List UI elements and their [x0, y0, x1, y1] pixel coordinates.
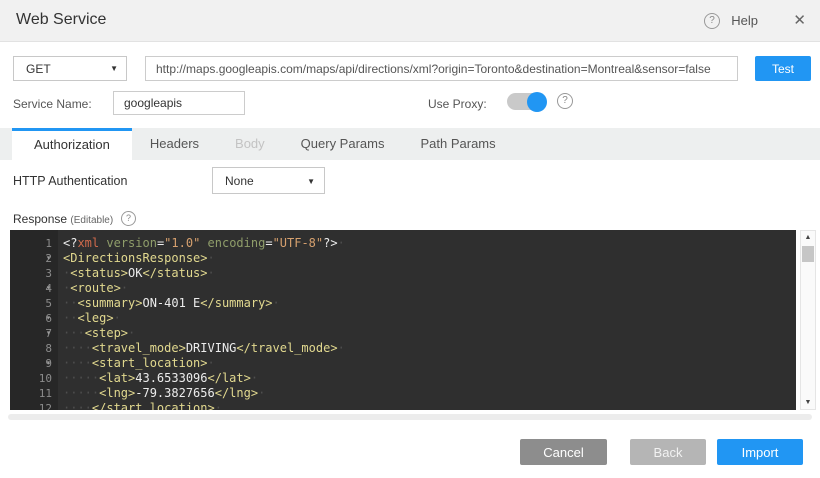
line-number: 11: [16, 386, 52, 401]
method-select[interactable]: GET ▼: [13, 56, 127, 81]
editor-line: 1 <?xml version="1.0" encoding="UTF-8"?>·: [10, 236, 796, 251]
help-icon[interactable]: ?: [704, 13, 720, 29]
code-text: ····</start_location>·: [63, 401, 222, 410]
editor-line: 12 ····</start_location>·: [10, 401, 796, 410]
editor-line: 10 ·····<lat>43.6533096</lat>·: [10, 371, 796, 386]
tab-query-params[interactable]: Query Params: [283, 128, 403, 160]
code-text: ····<travel_mode>DRIVING</travel_mode>·: [63, 341, 345, 356]
editor-line: 5 ··<summary>ON-401 E</summary>·: [10, 296, 796, 311]
response-label: Response (Editable): [13, 212, 113, 226]
chevron-down-icon: ▼: [110, 64, 118, 73]
scroll-up-icon[interactable]: ▲: [801, 234, 815, 241]
editor-line: 6▾··<leg>·: [10, 311, 796, 326]
line-number: 8: [16, 341, 52, 356]
toggle-knob: [527, 92, 547, 112]
header: Web Service ? Help ✕: [0, 0, 820, 42]
fold-arrow-icon[interactable]: ▾: [46, 325, 51, 340]
editor-vertical-scrollbar[interactable]: ▲ ▼: [800, 230, 816, 410]
service-name-input[interactable]: [113, 91, 245, 115]
fold-arrow-icon[interactable]: ▾: [46, 250, 51, 265]
response-editor[interactable]: 1 <?xml version="1.0" encoding="UTF-8"?>·…: [10, 230, 796, 410]
editor-line: 8 ····<travel_mode>DRIVING</travel_mode>·: [10, 341, 796, 356]
method-value: GET: [26, 62, 51, 76]
proxy-help-icon[interactable]: ?: [557, 93, 573, 109]
code-text: ··<summary>ON-401 E</summary>·: [63, 296, 280, 311]
scrollbar-thumb[interactable]: [802, 246, 814, 262]
editor-line: 2▾<DirectionsResponse>·: [10, 251, 796, 266]
tab-headers[interactable]: Headers: [132, 128, 217, 160]
line-number: 12: [16, 401, 52, 410]
page-title: Web Service: [16, 11, 106, 29]
web-service-dialog: Web Service ? Help ✕ GET ▼ Test Service …: [0, 0, 820, 478]
line-number: 5: [16, 296, 52, 311]
fold-arrow-icon[interactable]: ▾: [46, 280, 51, 295]
line-number: 10: [16, 371, 52, 386]
import-button[interactable]: Import: [717, 439, 803, 465]
scroll-down-icon[interactable]: ▼: [801, 399, 815, 406]
line-number: 3: [16, 266, 52, 281]
tabbar: Authorization Headers Body Query Params …: [0, 128, 820, 160]
tab-path-params[interactable]: Path Params: [402, 128, 513, 160]
response-help-icon[interactable]: ?: [121, 211, 136, 226]
editor-line: 11 ·····<lng>-79.3827656</lng>·: [10, 386, 796, 401]
chevron-down-icon: ▼: [307, 177, 315, 186]
code-text: <DirectionsResponse>·: [63, 251, 215, 266]
url-input[interactable]: [145, 56, 738, 81]
use-proxy-toggle[interactable]: [507, 92, 546, 111]
editor-lines: 1 <?xml version="1.0" encoding="UTF-8"?>·…: [10, 236, 796, 410]
code-text: ·····<lng>-79.3827656</lng>·: [63, 386, 265, 401]
horizontal-scrollbar[interactable]: [8, 414, 812, 420]
service-name-label: Service Name:: [13, 97, 92, 111]
code-text: ·<route>·: [63, 281, 128, 296]
http-auth-label: HTTP Authentication: [13, 174, 127, 188]
test-button[interactable]: Test: [755, 56, 811, 81]
line-number: 1: [16, 236, 52, 251]
tab-body: Body: [217, 128, 283, 160]
cancel-button[interactable]: Cancel: [520, 439, 607, 465]
editor-line: 9▾····<start_location>·: [10, 356, 796, 371]
help-link[interactable]: Help: [731, 13, 758, 28]
code-text: <?xml version="1.0" encoding="UTF-8"?>·: [63, 236, 345, 251]
editor-line: 3 ·<status>OK</status>·: [10, 266, 796, 281]
code-text: ···<step>·: [63, 326, 135, 341]
tab-authorization[interactable]: Authorization: [12, 128, 132, 162]
http-auth-select[interactable]: None ▼: [212, 167, 325, 194]
response-editable-label: (Editable): [70, 215, 113, 226]
editor-line: 7▾···<step>·: [10, 326, 796, 341]
fold-arrow-icon[interactable]: ▾: [46, 355, 51, 370]
back-button[interactable]: Back: [630, 439, 706, 465]
http-auth-value: None: [225, 174, 254, 188]
code-text: ····<start_location>·: [63, 356, 215, 371]
fold-arrow-icon[interactable]: ▾: [46, 310, 51, 325]
code-text: ·<status>OK</status>·: [63, 266, 215, 281]
code-text: ··<leg>·: [63, 311, 121, 326]
code-text: ·····<lat>43.6533096</lat>·: [63, 371, 258, 386]
editor-line: 4▾·<route>·: [10, 281, 796, 296]
close-icon[interactable]: ✕: [793, 11, 806, 29]
use-proxy-label: Use Proxy:: [428, 97, 487, 111]
